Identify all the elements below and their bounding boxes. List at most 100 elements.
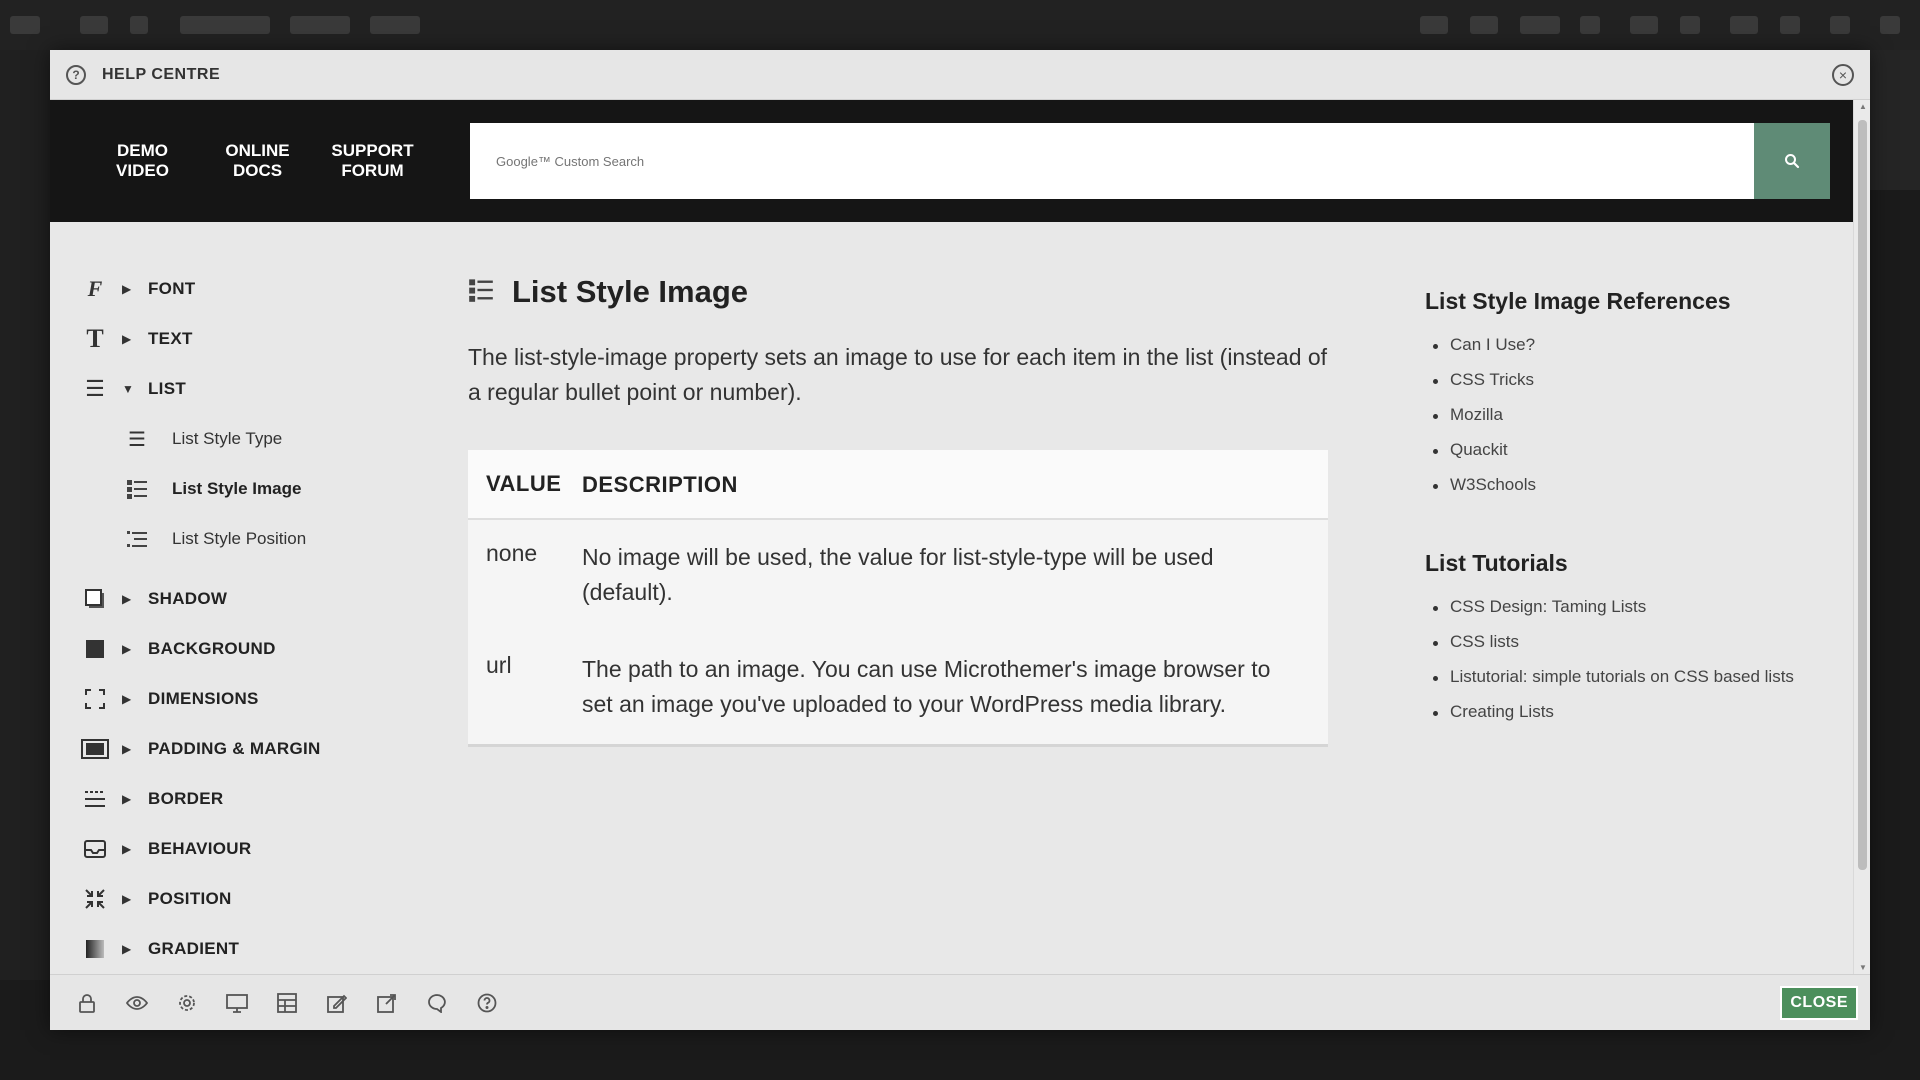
close-circle-icon[interactable]: × bbox=[1832, 63, 1854, 86]
edit-icon[interactable] bbox=[312, 993, 362, 1013]
nav-item-padding-margin[interactable]: ▶ PADDING & MARGIN bbox=[80, 724, 440, 774]
position-glyph bbox=[85, 889, 105, 909]
gradient-glyph bbox=[86, 940, 104, 958]
chat-icon[interactable] bbox=[412, 993, 462, 1013]
table-icon[interactable] bbox=[262, 992, 312, 1013]
nav-label: PADDING & MARGIN bbox=[148, 739, 321, 758]
dialog-title: HELP CENTRE bbox=[102, 65, 221, 83]
description-cell: No image will be used, the value for lis… bbox=[582, 544, 1214, 605]
nav-subitem-list-style-image[interactable]: List Style Image bbox=[80, 464, 440, 514]
nav-label: GRADIENT bbox=[148, 939, 240, 958]
nav-label: BORDER bbox=[148, 789, 224, 808]
eye-icon[interactable] bbox=[112, 995, 162, 1011]
nav-label-line: DOCS bbox=[232, 161, 283, 180]
footer-toolbar: CLOSE bbox=[50, 974, 1870, 1030]
nav-item-gradient[interactable]: ▶ GRADIENT bbox=[80, 924, 440, 974]
nav-label: POSITION bbox=[148, 889, 232, 908]
reference-link[interactable]: CSS Tricks bbox=[1425, 370, 1845, 405]
lock-glyph bbox=[79, 993, 95, 1013]
table-header: VALUE DESCRIPTION bbox=[468, 450, 1328, 520]
tutorial-link[interactable]: Listutorial: simple tutorials on CSS bas… bbox=[1425, 667, 1845, 702]
table-row: none No image will be used, the value fo… bbox=[468, 520, 1328, 632]
close-button[interactable]: CLOSE bbox=[1780, 985, 1858, 1020]
nav-item-list[interactable]: ☰ ▼ LIST bbox=[80, 364, 440, 414]
behaviour-glyph bbox=[84, 840, 106, 858]
caret-right-icon: ▶ bbox=[122, 692, 132, 706]
monitor-icon[interactable] bbox=[212, 993, 262, 1013]
support-forum-button[interactable]: SUPPORT FORUM bbox=[315, 141, 430, 182]
scroll-up-icon[interactable]: ▲ bbox=[1859, 102, 1867, 111]
column-header: VALUE bbox=[486, 471, 562, 496]
behaviour-icon bbox=[80, 834, 110, 864]
nav-label: LIST bbox=[148, 379, 187, 398]
dialog-titlebar: ? HELP CENTRE × bbox=[50, 50, 1870, 100]
table-glyph bbox=[277, 992, 297, 1013]
lock-icon[interactable] bbox=[62, 993, 112, 1013]
search-input[interactable] bbox=[470, 123, 1754, 199]
list-style-position-glyph bbox=[127, 531, 147, 547]
nav-item-position[interactable]: ▶ POSITION bbox=[80, 874, 440, 924]
nav-label-line: DEMO bbox=[117, 140, 168, 160]
table-row: url The path to an image. You can use Mi… bbox=[468, 632, 1328, 744]
help-centre-dialog: ? HELP CENTRE × DEMO VIDEO ONLINE DOCS S… bbox=[50, 50, 1870, 1030]
list-style-type-icon: ☰ bbox=[128, 428, 146, 451]
caret-right-icon: ▶ bbox=[122, 942, 132, 956]
tutorial-link[interactable]: Creating Lists bbox=[1425, 702, 1845, 737]
scroll-down-icon[interactable]: ▼ bbox=[1859, 963, 1867, 972]
nav-label-line: FORUM bbox=[341, 161, 404, 180]
background-block bbox=[1680, 16, 1700, 34]
caret-right-icon: ▶ bbox=[122, 742, 132, 756]
help-glyph bbox=[477, 993, 497, 1012]
background-block bbox=[1630, 16, 1658, 34]
chat-glyph bbox=[428, 993, 446, 1013]
nav-sublabel: List Style Position bbox=[172, 529, 307, 548]
tutorial-link[interactable]: CSS Design: Taming Lists bbox=[1425, 597, 1845, 632]
references-list: Can I Use? CSS Tricks Mozilla Quackit W3… bbox=[1425, 335, 1845, 510]
border-icon bbox=[80, 784, 110, 814]
position-icon bbox=[80, 884, 110, 914]
search-button[interactable] bbox=[1754, 123, 1830, 199]
nav-subitem-list-style-type[interactable]: ☰ List Style Type bbox=[80, 414, 440, 464]
nav-item-dimensions[interactable]: ▶ DIMENSIONS bbox=[80, 674, 440, 724]
help-icon[interactable] bbox=[462, 993, 512, 1013]
reference-link[interactable]: W3Schools bbox=[1425, 475, 1845, 510]
reference-link[interactable]: Can I Use? bbox=[1425, 335, 1845, 370]
scrollbar-thumb[interactable] bbox=[1858, 120, 1867, 870]
nav-item-behaviour[interactable]: ▶ BEHAVIOUR bbox=[80, 824, 440, 874]
demo-video-button[interactable]: DEMO VIDEO bbox=[85, 141, 200, 182]
list-style-image-glyph bbox=[127, 480, 147, 499]
nav-item-background[interactable]: ▶ BACKGROUND bbox=[80, 624, 440, 674]
list-style-image-icon bbox=[468, 277, 494, 308]
background-panel bbox=[1870, 50, 1920, 190]
nav-item-font[interactable]: F ▶ FONT bbox=[80, 264, 440, 314]
description-cell: The path to an image. You can use Microt… bbox=[582, 656, 1271, 717]
nav-item-text[interactable]: T ▶ TEXT bbox=[80, 314, 440, 364]
export-icon[interactable] bbox=[362, 993, 412, 1013]
padding-margin-icon bbox=[80, 734, 110, 764]
eye-glyph bbox=[126, 995, 148, 1010]
nav-item-border[interactable]: ▶ BORDER bbox=[80, 774, 440, 824]
search-bar bbox=[470, 123, 1830, 199]
reference-link[interactable]: Quackit bbox=[1425, 440, 1845, 475]
shadow-glyph bbox=[85, 589, 104, 608]
nav-label: BEHAVIOUR bbox=[148, 839, 252, 858]
gear-icon[interactable] bbox=[162, 993, 212, 1013]
content-scrollbar[interactable]: ▲ ▼ bbox=[1853, 100, 1870, 974]
online-docs-button[interactable]: ONLINE DOCS bbox=[200, 141, 315, 182]
help-nav-bar: DEMO VIDEO ONLINE DOCS SUPPORT FORUM bbox=[50, 100, 1870, 222]
reference-link[interactable]: Mozilla bbox=[1425, 405, 1845, 440]
list-style-position-icon bbox=[122, 524, 152, 554]
nav-subitem-list-style-position[interactable]: List Style Position bbox=[80, 514, 440, 564]
tutorial-link[interactable]: CSS lists bbox=[1425, 632, 1845, 667]
values-table: VALUE DESCRIPTION none No image will be … bbox=[468, 450, 1328, 747]
nav-sublabel: List Style Type bbox=[172, 429, 283, 448]
background-block bbox=[1580, 16, 1600, 34]
dimensions-icon bbox=[80, 684, 110, 714]
nav-label: DIMENSIONS bbox=[148, 689, 259, 708]
nav-item-shadow[interactable]: ▶ SHADOW bbox=[80, 574, 440, 624]
background-block bbox=[1420, 16, 1448, 34]
font-icon: F bbox=[87, 276, 103, 301]
export-glyph bbox=[377, 993, 396, 1013]
monitor-glyph bbox=[226, 993, 248, 1013]
dimensions-glyph bbox=[85, 689, 105, 709]
